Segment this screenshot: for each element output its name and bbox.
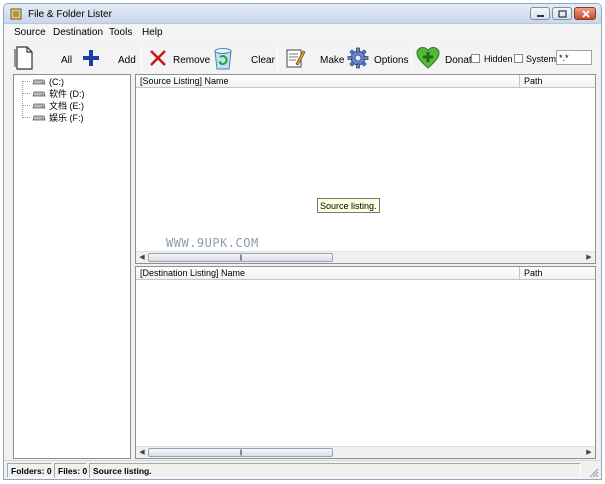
tree-drive-d[interactable]: 软件 (D:) — [18, 88, 85, 99]
folders-count: Folders: 0 — [7, 463, 52, 478]
destination-list-header: [Destination Listing] Name Path — [136, 267, 595, 280]
document-icon — [14, 46, 33, 70]
notepad-pencil-icon — [286, 49, 306, 68]
drive-icon — [32, 115, 46, 120]
title-bar: File & Folder Lister — [4, 4, 601, 24]
plus-icon — [83, 50, 99, 66]
close-button[interactable] — [574, 7, 596, 20]
clear-button[interactable]: Clear — [210, 44, 275, 72]
source-tooltip: Source listing. — [317, 198, 380, 213]
drive-icon — [32, 79, 46, 84]
donate-button[interactable]: Donat — [415, 44, 472, 72]
window-title: File & Folder Lister — [28, 9, 112, 20]
options-label: Options — [374, 55, 409, 66]
destination-name-column-header[interactable]: [Destination Listing] Name — [140, 268, 245, 280]
status-bar: Folders: 0 Files: 0 Source listing. — [4, 460, 601, 479]
scroll-left-arrow[interactable]: ◀ — [138, 254, 146, 262]
all-label: All — [61, 55, 73, 66]
scroll-right-arrow[interactable]: ▶ — [585, 449, 593, 457]
drive-icon — [32, 91, 46, 96]
destination-horizontal-scrollbar[interactable]: ◀ ||| ▶ — [136, 446, 595, 458]
menu-source[interactable]: Source — [14, 27, 46, 38]
source-path-column-header[interactable]: Path — [524, 76, 543, 88]
toolbar-separator — [277, 45, 278, 71]
column-divider[interactable] — [519, 75, 520, 88]
close-icon — [582, 10, 590, 18]
maximize-icon — [558, 10, 567, 18]
menu-help[interactable]: Help — [142, 27, 163, 38]
maximize-button[interactable] — [552, 7, 572, 20]
scrollbar-thumb[interactable]: ||| — [148, 253, 333, 262]
clear-label: Clear — [251, 55, 275, 66]
tree-drive-label: (C:) — [49, 76, 64, 87]
drive-icon — [32, 103, 46, 108]
files-count: Files: 0 — [54, 463, 87, 478]
remove-label: Remove — [173, 55, 211, 66]
source-list-header: [Source Listing] Name Path — [136, 75, 595, 88]
toolbar-separator — [411, 45, 412, 71]
toolbar-separator — [141, 45, 142, 71]
menu-tools[interactable]: Tools — [109, 27, 132, 38]
toolbar: All Add Remove Clear Make Options Donat … — [4, 42, 601, 74]
scroll-left-arrow[interactable]: ◀ — [138, 449, 146, 457]
make-label: Make — [320, 55, 345, 66]
menu-destination[interactable]: Destination — [53, 27, 103, 38]
add-button[interactable]: Add — [80, 44, 138, 72]
minimize-icon — [537, 15, 544, 17]
destination-listing[interactable]: [Destination Listing] Name Path ◀ ||| ▶ — [135, 266, 596, 459]
app-window: File & Folder Lister Source Destination … — [3, 3, 602, 480]
add-label: Add — [118, 55, 136, 66]
make-button[interactable]: Make — [282, 44, 344, 72]
options-button[interactable]: Options — [346, 44, 410, 72]
file-filter-input[interactable] — [556, 50, 592, 65]
select-all-button[interactable]: All — [12, 44, 78, 72]
status-message: Source listing. — [89, 463, 581, 478]
tree-drive-e[interactable]: 文档 (E:) — [18, 100, 84, 111]
donate-label: Donat — [445, 55, 472, 66]
resize-grip-icon[interactable] — [587, 466, 599, 478]
drive-tree[interactable]: (C:) 软件 (D:) 文档 (E:) 娱乐 (F:) — [13, 74, 131, 459]
hidden-label: Hidden — [484, 54, 513, 64]
tree-drive-c[interactable]: (C:) — [18, 76, 64, 87]
recycle-bin-icon — [214, 48, 232, 70]
hidden-checkbox[interactable] — [471, 54, 480, 63]
app-icon — [10, 8, 22, 20]
remove-button[interactable]: Remove — [146, 44, 210, 72]
column-divider[interactable] — [519, 267, 520, 280]
heart-plus-icon — [416, 46, 440, 69]
tree-drive-f[interactable]: 娱乐 (F:) — [18, 112, 84, 123]
system-checkbox[interactable] — [514, 54, 523, 63]
system-label: System — [526, 54, 557, 64]
tree-drive-label: 娱乐 (F:) — [49, 113, 84, 123]
remove-x-icon — [150, 50, 166, 66]
watermark-text: WWW.9UPK.COM — [166, 236, 259, 250]
source-name-column-header[interactable]: [Source Listing] Name — [140, 76, 229, 88]
minimize-button[interactable] — [530, 7, 550, 20]
source-horizontal-scrollbar[interactable]: ◀ ||| ▶ — [136, 251, 595, 263]
scroll-right-arrow[interactable]: ▶ — [585, 254, 593, 262]
scrollbar-thumb[interactable]: ||| — [148, 448, 333, 457]
destination-path-column-header[interactable]: Path — [524, 268, 543, 280]
gear-icon — [347, 47, 369, 69]
menu-bar: Source Destination Tools Help — [4, 25, 601, 41]
